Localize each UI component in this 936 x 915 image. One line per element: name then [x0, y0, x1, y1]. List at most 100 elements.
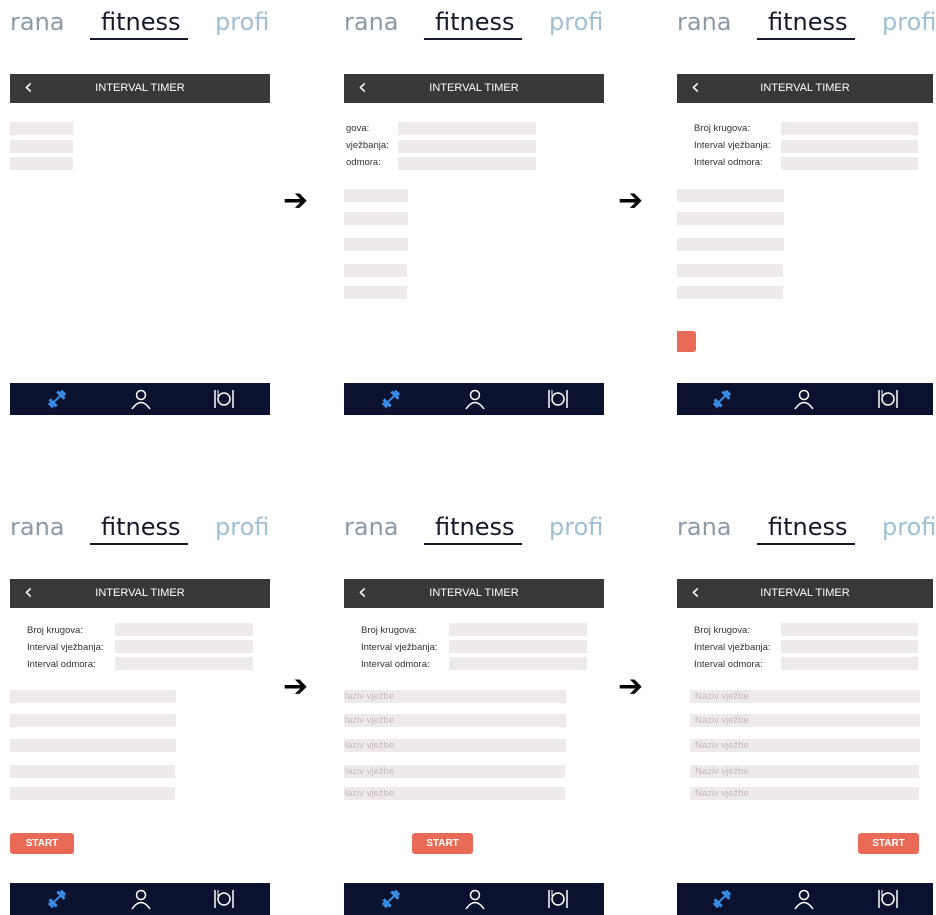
rounds-field[interactable] — [781, 623, 918, 636]
work-interval-field[interactable] — [10, 140, 73, 153]
exercise-field[interactable] — [10, 787, 175, 800]
start-button[interactable] — [677, 331, 696, 352]
dumbbell-icon[interactable] — [46, 388, 68, 410]
work-interval-field[interactable] — [781, 640, 918, 653]
user-icon[interactable] — [130, 888, 152, 910]
page-header: ‹ INTERVAL TIMER — [10, 579, 270, 608]
exercise-field[interactable] — [10, 690, 176, 703]
rounds-field[interactable] — [115, 623, 253, 636]
exercise-field[interactable] — [344, 264, 407, 277]
exercise-field[interactable]: laziv vježbe — [344, 739, 566, 752]
work-interval-label: Interval vježbanja: — [27, 642, 104, 653]
rest-interval-field[interactable] — [781, 157, 918, 170]
exercise-field[interactable] — [677, 238, 784, 251]
tab-profi[interactable]: profi — [215, 513, 269, 541]
tab-rana[interactable]: rana — [10, 513, 65, 541]
screen-2: rana fitness profi ‹ INTERVAL TIMER gova… — [344, 0, 608, 420]
rounds-field[interactable] — [449, 623, 587, 636]
exercise-field[interactable] — [10, 765, 175, 778]
page-header: ‹ INTERVAL TIMER — [10, 74, 270, 103]
meal-plate-icon[interactable] — [547, 888, 569, 910]
work-interval-field[interactable] — [115, 640, 253, 653]
exercise-field[interactable] — [677, 189, 784, 202]
active-tab-underline — [90, 543, 188, 545]
exercise-field[interactable]: Naziv vježbe — [690, 765, 919, 778]
tab-fitness[interactable]: fitness — [101, 513, 181, 541]
rounds-field[interactable] — [10, 122, 73, 135]
user-icon[interactable] — [793, 888, 815, 910]
bottom-nav — [677, 883, 933, 915]
screen-5: rana fitness profi ‹ INTERVAL TIMER Broj… — [344, 505, 608, 915]
rest-interval-label: Interval odmora: — [361, 659, 430, 670]
rest-interval-label: Interval odmora: — [694, 659, 763, 670]
exercise-field[interactable]: Naziv vježbe — [690, 714, 920, 727]
start-button[interactable]: START — [10, 833, 74, 854]
user-icon[interactable] — [464, 388, 486, 410]
tab-rana[interactable]: rana — [344, 513, 399, 541]
rounds-label: Broj krugova: — [694, 123, 750, 134]
exercise-field[interactable]: Naziv vježbe — [690, 690, 920, 703]
start-button[interactable]: START — [858, 833, 919, 854]
exercise-field[interactable]: laziv vježbe — [344, 787, 565, 800]
exercise-field[interactable] — [344, 212, 408, 225]
exercise-field[interactable]: Naziv vježbe — [690, 787, 919, 800]
meal-plate-icon[interactable] — [877, 388, 899, 410]
active-tab-underline — [90, 38, 188, 40]
top-tabs: rana fitness profi — [10, 505, 274, 545]
exercise-field[interactable]: laziv vježbe — [344, 765, 565, 778]
exercise-field[interactable]: Naziv vježbe — [690, 739, 920, 752]
tab-profi[interactable]: profi — [215, 8, 269, 36]
exercise-field[interactable]: laziv vježbe — [344, 690, 566, 703]
tab-fitness[interactable]: fitness — [435, 513, 515, 541]
exercise-field[interactable] — [677, 212, 784, 225]
exercise-field[interactable] — [10, 714, 176, 727]
rest-interval-field[interactable] — [10, 157, 73, 170]
rest-interval-field[interactable] — [398, 157, 536, 170]
rest-interval-field[interactable] — [115, 657, 253, 670]
meal-plate-icon[interactable] — [877, 888, 899, 910]
tab-fitness[interactable]: fitness — [101, 8, 181, 36]
meal-plate-icon[interactable] — [547, 388, 569, 410]
tab-fitness[interactable]: fitness — [435, 8, 515, 36]
tab-rana[interactable]: rana — [677, 513, 732, 541]
meal-plate-icon[interactable] — [213, 888, 235, 910]
start-button[interactable]: START — [412, 833, 473, 854]
exercise-field[interactable] — [344, 189, 408, 202]
rest-interval-field[interactable] — [781, 657, 918, 670]
work-interval-field[interactable] — [398, 140, 536, 153]
dumbbell-icon[interactable] — [380, 388, 402, 410]
page-title: INTERVAL TIMER — [760, 587, 850, 599]
exercise-field[interactable] — [677, 264, 783, 277]
exercise-field[interactable] — [344, 238, 408, 251]
meal-plate-icon[interactable] — [213, 388, 235, 410]
flow-arrow: ➔ — [618, 183, 644, 218]
dumbbell-icon[interactable] — [711, 388, 733, 410]
dumbbell-icon[interactable] — [380, 888, 402, 910]
dumbbell-icon[interactable] — [711, 888, 733, 910]
tab-rana[interactable]: rana — [344, 8, 399, 36]
user-icon[interactable] — [130, 388, 152, 410]
active-tab-underline — [424, 543, 522, 545]
tab-profi[interactable]: profi — [882, 513, 936, 541]
exercise-field[interactable] — [677, 286, 783, 299]
user-icon[interactable] — [793, 388, 815, 410]
user-icon[interactable] — [464, 888, 486, 910]
rest-interval-field[interactable] — [449, 657, 587, 670]
work-interval-field[interactable] — [781, 140, 918, 153]
page-header: ‹ INTERVAL TIMER — [677, 74, 933, 103]
tab-profi[interactable]: profi — [549, 8, 603, 36]
rounds-field[interactable] — [781, 122, 918, 135]
tab-profi[interactable]: profi — [882, 8, 936, 36]
exercise-field[interactable] — [10, 739, 176, 752]
dumbbell-icon[interactable] — [46, 888, 68, 910]
tab-rana[interactable]: rana — [677, 8, 732, 36]
tab-fitness[interactable]: fitness — [768, 513, 848, 541]
rounds-field[interactable] — [398, 122, 536, 135]
tab-profi[interactable]: profi — [549, 513, 603, 541]
tab-fitness[interactable]: fitness — [768, 8, 848, 36]
page-header: ‹ INTERVAL TIMER — [344, 74, 604, 103]
tab-rana[interactable]: rana — [10, 8, 65, 36]
exercise-field[interactable]: laziv vježbe — [344, 714, 566, 727]
work-interval-field[interactable] — [449, 640, 587, 653]
exercise-field[interactable] — [344, 286, 407, 299]
